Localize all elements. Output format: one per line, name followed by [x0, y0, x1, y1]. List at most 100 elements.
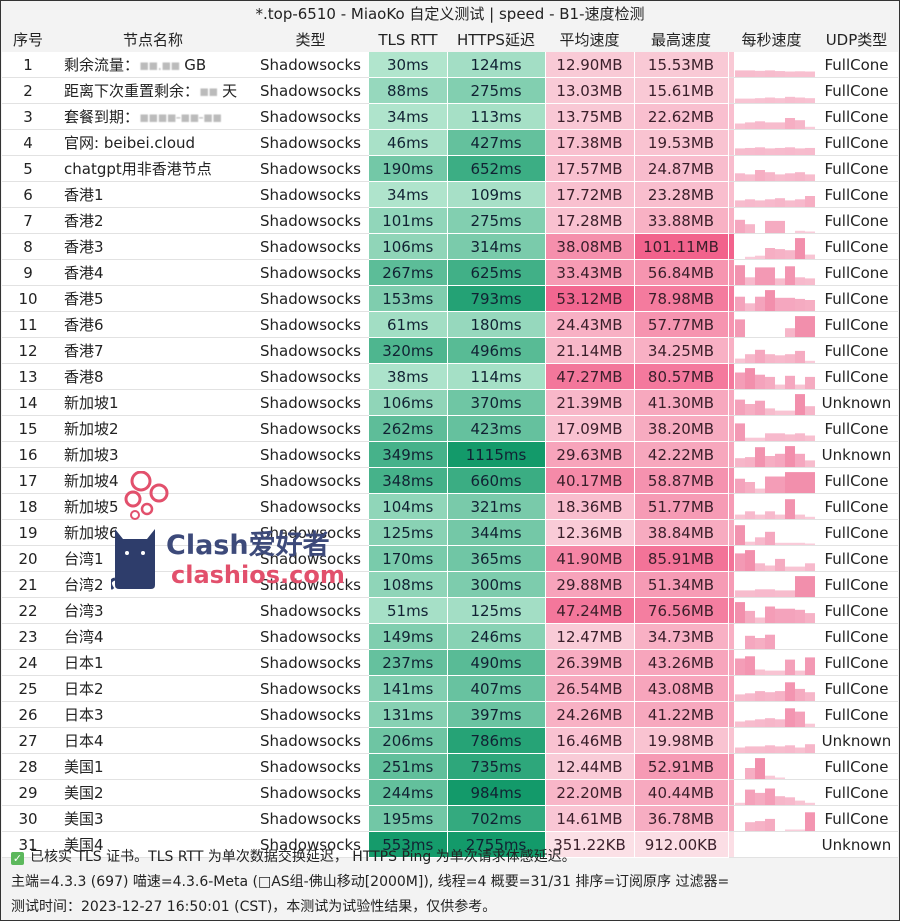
sparkline-bar: [784, 797, 795, 805]
sparkline: [728, 234, 815, 259]
table-row[interactable]: 14 新加坡1 Shadowsocks 106ms 370ms 21.39MB 41.30M…: [2, 389, 898, 417]
sparkline-bar: [764, 408, 775, 415]
https-delay: 300ms: [447, 571, 546, 599]
table-row[interactable]: 11 香港6 Shadowsocks 61ms 180ms 24.43MB 57.77MB F…: [2, 311, 898, 339]
per-second-speed-chart: [728, 311, 815, 339]
per-second-speed-chart: [728, 753, 815, 781]
tls-rtt: 101ms: [369, 207, 448, 235]
table-row[interactable]: 2 距离下次重置剩余：▪▪ 天 Shadowsocks 88ms 275ms 13.03M…: [2, 77, 898, 105]
avg-speed: 16.46MB: [545, 727, 635, 755]
redacted-value: ▪▪: [199, 82, 218, 101]
sparkline-bar: [764, 148, 775, 155]
sparkline-bar: [744, 98, 755, 103]
sparkline: [728, 104, 815, 129]
row-index: 22: [2, 597, 54, 625]
sparkline-bar: [764, 220, 775, 233]
max-speed: 58.87MB: [634, 467, 729, 495]
sparkline-edge: [728, 156, 734, 181]
sparkline-bar: [754, 200, 765, 207]
sparkline: [728, 364, 815, 389]
sparkline-bar: [794, 453, 805, 467]
https-delay: 407ms: [447, 675, 546, 703]
node-type: Shadowsocks: [252, 233, 369, 261]
node-name: 新加坡3: [54, 441, 252, 469]
table-row[interactable]: 30 美国3 Shadowsocks 195ms 702ms 14.61MB 36.78MB…: [2, 805, 898, 833]
table-row[interactable]: 25 日本2 Shadowsocks 141ms 407ms 26.54MB 43.08MB…: [2, 675, 898, 703]
table-row[interactable]: 21 台湾2 Shadowsocks 108ms 300ms 29.88MB 51.34MB…: [2, 571, 898, 599]
sparkline-bar: [744, 541, 755, 545]
row-index: 9: [2, 259, 54, 287]
table-row[interactable]: 16 新加坡3 Shadowsocks 349ms 1115ms 29.63MB 42.22…: [2, 441, 898, 469]
sparkline-bar: [764, 290, 775, 311]
max-speed: 51.34MB: [634, 571, 729, 599]
udp-type: FullCone: [815, 649, 898, 677]
sparkline-bar: [804, 744, 815, 753]
sparkline-bar: [734, 399, 745, 415]
table-row[interactable]: 9 香港4 Shadowsocks 267ms 625ms 33.43MB 56.84MB F…: [2, 259, 898, 287]
node-name: 套餐到期：▪▪▪▪-▪▪-▪▪: [54, 103, 252, 131]
per-second-speed-chart: [728, 779, 815, 807]
sparkline-bar: [754, 792, 765, 805]
node-name-text: 香港1: [64, 186, 104, 205]
sparkline-bar: [744, 822, 755, 831]
sparkline-bar: [774, 355, 785, 363]
sparkline-bar: [774, 719, 785, 727]
sparkline-bar: [734, 721, 745, 727]
table-row[interactable]: 29 美国2 Shadowsocks 244ms 984ms 22.20MB 40.44MB…: [2, 779, 898, 807]
https-delay: 344ms: [447, 519, 546, 547]
sparkline-bar: [764, 199, 775, 207]
table-row[interactable]: 20 台湾1 Shadowsocks 170ms 365ms 41.90MB 85.91MB…: [2, 545, 898, 573]
per-second-speed-chart: [728, 155, 815, 183]
table-row[interactable]: 18 新加坡5 Shadowsocks 104ms 321ms 18.36MB 51.77M…: [2, 493, 898, 521]
node-type: Shadowsocks: [252, 675, 369, 703]
table-row[interactable]: 24 日本1 Shadowsocks 237ms 490ms 26.39MB 43.26MB…: [2, 649, 898, 677]
per-second-speed-chart: [728, 129, 815, 157]
node-name-text: 台湾1: [64, 550, 104, 569]
node-name: 台湾2: [54, 571, 252, 599]
sparkline-bar: [804, 576, 815, 597]
table-row[interactable]: 23 台湾4 Shadowsocks 149ms 246ms 12.47MB 34.73MB…: [2, 623, 898, 651]
sparkline-bar: [734, 525, 745, 545]
sparkline: [728, 754, 785, 779]
table-row[interactable]: 8 香港3 Shadowsocks 106ms 314ms 38.08MB 101.11MB…: [2, 233, 898, 261]
table-row[interactable]: 15 新加坡2 Shadowsocks 262ms 423ms 17.09MB 38.20M…: [2, 415, 898, 443]
table-row[interactable]: 13 香港8 Shadowsocks 38ms 114ms 47.27MB 80.57MB F…: [2, 363, 898, 391]
node-name-text: 香港8: [64, 368, 104, 387]
node-name: 香港5: [54, 285, 252, 313]
node-name: 美国1: [54, 753, 252, 781]
max-speed: 43.08MB: [634, 675, 729, 703]
header-tls-rtt: TLS RTT: [369, 27, 447, 52]
avg-speed: 53.12MB: [545, 285, 635, 313]
sparkline-edge: [728, 520, 734, 545]
sparkline-edge: [728, 338, 734, 363]
table-row[interactable]: 27 日本4 Shadowsocks 206ms 786ms 16.46MB 19.98MB…: [2, 727, 898, 755]
tls-rtt: 38ms: [369, 363, 448, 391]
table-row[interactable]: 19 新加坡6 Shadowsocks 125ms 344ms 12.36MB 38.84M…: [2, 519, 898, 547]
tls-rtt: 51ms: [369, 597, 448, 625]
sparkline-bar: [754, 374, 765, 389]
table-row[interactable]: 12 香港7 Shadowsocks 320ms 496ms 21.14MB 34.25MB…: [2, 337, 898, 365]
table-row[interactable]: 28 美国1 Shadowsocks 251ms 735ms 12.44MB 52.91MB…: [2, 753, 898, 781]
table-row[interactable]: 7 香港2 Shadowsocks 101ms 275ms 17.28MB 33.88MB F…: [2, 207, 898, 235]
table-row[interactable]: 10 香港5 Shadowsocks 153ms 793ms 53.12MB 78.98MB…: [2, 285, 898, 313]
table-row[interactable]: 26 日本3 Shadowsocks 131ms 397ms 24.26MB 41.22MB…: [2, 701, 898, 729]
row-index: 11: [2, 311, 54, 339]
https-delay: 702ms: [447, 805, 546, 833]
sparkline-edge: [728, 52, 734, 77]
table-row[interactable]: 6 香港1 Shadowsocks 34ms 109ms 17.72MB 23.28MB Fu…: [2, 181, 898, 209]
table-row[interactable]: 1 剩余流量：▪▪.▪▪ GB Shadowsocks 30ms 124ms 12.90M…: [2, 52, 898, 79]
table-row[interactable]: 17 新加坡4 Shadowsocks 348ms 660ms 40.17MB 58.87M…: [2, 467, 898, 495]
table-row[interactable]: 3 套餐到期：▪▪▪▪-▪▪-▪▪ Shadowsocks 34ms 113ms 13.7…: [2, 103, 898, 131]
node-name: 台湾1: [54, 545, 252, 573]
sparkline-bar: [774, 670, 785, 675]
node-name-text: 香港6: [64, 316, 104, 335]
node-name-text: 剩余流量：: [64, 56, 140, 75]
sparkline-bar: [784, 590, 795, 597]
sparkline-bar: [784, 446, 795, 467]
node-type: Shadowsocks: [252, 519, 369, 547]
table-row[interactable]: 22 台湾3 Shadowsocks 51ms 125ms 47.24MB 76.56MB F…: [2, 597, 898, 625]
max-speed: 34.73MB: [634, 623, 729, 651]
table-row[interactable]: 4 官网: beibei.cloud Shadowsocks 46ms 427ms 17.…: [2, 129, 898, 157]
sparkline-bar: [754, 746, 765, 753]
table-row[interactable]: 5 chatgpt用非香港节点 Shadowsocks 190ms 652ms 17.57…: [2, 155, 898, 183]
